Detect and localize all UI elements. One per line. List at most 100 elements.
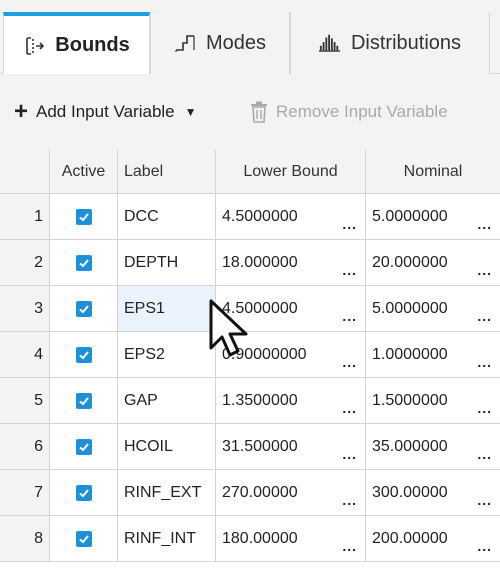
- add-input-variable-label: Add Input Variable: [36, 102, 175, 121]
- column-header-active[interactable]: Active: [50, 150, 118, 193]
- more-options-icon[interactable]: ...: [342, 401, 357, 415]
- active-checkbox[interactable]: [75, 392, 92, 409]
- table-row[interactable]: 6 HCOIL 31.500000... 35.000000...: [0, 424, 500, 470]
- checkmark-icon: [78, 258, 89, 267]
- table-row[interactable]: 8 RINF_INT 180.00000... 200.00000...: [0, 516, 500, 562]
- variables-table: Active Label Lower Bound Nominal 1 DCC 4.5…: [0, 150, 500, 570]
- lower-bound-cell[interactable]: 270.00000...: [216, 470, 366, 515]
- label-cell[interactable]: DCC: [118, 194, 216, 239]
- active-checkbox[interactable]: [75, 346, 92, 363]
- dropdown-arrow-icon[interactable]: ▼: [185, 105, 197, 119]
- more-options-icon[interactable]: ...: [342, 263, 357, 277]
- more-options-icon[interactable]: ...: [477, 401, 492, 415]
- lower-bound-cell[interactable]: 180.00000...: [216, 516, 366, 561]
- nominal-value: 5.0000000: [372, 207, 448, 225]
- label-cell[interactable]: RINF_INT: [118, 516, 216, 561]
- label-cell[interactable]: HCOIL: [118, 424, 216, 469]
- checkmark-icon: [78, 534, 89, 543]
- row-number[interactable]: 6: [0, 424, 50, 469]
- more-options-icon[interactable]: ...: [477, 447, 492, 461]
- remove-input-variable-label: Remove Input Variable: [276, 102, 448, 121]
- lower-bound-cell[interactable]: 4.5000000...: [216, 194, 366, 239]
- modes-icon: [175, 35, 195, 52]
- nominal-cell[interactable]: 20.000000...: [366, 240, 500, 285]
- nominal-cell[interactable]: 35.000000...: [366, 424, 500, 469]
- toolbar: + Add Input Variable ▼ Remove Input Vari…: [0, 74, 500, 150]
- bounds-icon: [26, 36, 45, 55]
- distributions-icon: [318, 34, 341, 52]
- tab-modes[interactable]: Modes: [150, 12, 290, 74]
- more-options-icon[interactable]: ...: [477, 493, 492, 507]
- active-checkbox[interactable]: [75, 484, 92, 501]
- table-row[interactable]: 3 EPS1 4.5000000... 5.0000000...: [0, 286, 500, 332]
- lower-bound-cell[interactable]: 31.500000...: [216, 424, 366, 469]
- table-row[interactable]: 7 RINF_EXT 270.00000... 300.00000...: [0, 470, 500, 516]
- column-header-lower-bound[interactable]: Lower Bound: [216, 150, 366, 193]
- nominal-value: 200.00000: [372, 529, 448, 547]
- active-checkbox[interactable]: [75, 300, 92, 317]
- checkmark-icon: [78, 442, 89, 451]
- tab-bounds-label: Bounds: [55, 34, 130, 56]
- more-options-icon[interactable]: ...: [477, 355, 492, 369]
- checkmark-icon: [78, 304, 89, 313]
- lower-bound-value: 270.00000: [222, 483, 298, 501]
- row-number[interactable]: 8: [0, 516, 50, 561]
- table-row[interactable]: 2 DEPTH 18.000000... 20.000000...: [0, 240, 500, 286]
- nominal-cell[interactable]: 200.00000...: [366, 516, 500, 561]
- row-number-header: [0, 150, 50, 193]
- row-number[interactable]: 2: [0, 240, 50, 285]
- tab-distributions[interactable]: Distributions: [290, 12, 490, 74]
- lower-bound-cell[interactable]: 1.3500000...: [216, 378, 366, 423]
- label-cell[interactable]: DEPTH: [118, 240, 216, 285]
- active-checkbox[interactable]: [75, 254, 92, 271]
- column-header-nominal[interactable]: Nominal: [366, 150, 500, 193]
- lower-bound-value: 18.000000: [222, 253, 298, 271]
- more-options-icon[interactable]: ...: [342, 309, 357, 323]
- remove-input-variable-button[interactable]: Remove Input Variable: [250, 98, 448, 126]
- lower-bound-value: 4.5000000: [222, 299, 298, 317]
- nominal-value: 300.00000: [372, 483, 448, 501]
- table-row[interactable]: 1 DCC 4.5000000... 5.0000000...: [0, 194, 500, 240]
- lower-bound-value: 180.00000: [222, 529, 298, 547]
- more-options-icon[interactable]: ...: [477, 217, 492, 231]
- row-number[interactable]: 1: [0, 194, 50, 239]
- nominal-value: 20.000000: [372, 253, 448, 271]
- active-checkbox[interactable]: [75, 208, 92, 225]
- row-number[interactable]: 3: [0, 286, 50, 331]
- more-options-icon[interactable]: ...: [342, 493, 357, 507]
- more-options-icon[interactable]: ...: [342, 539, 357, 553]
- nominal-cell[interactable]: 1.0000000...: [366, 332, 500, 377]
- tab-bounds[interactable]: Bounds: [3, 12, 150, 75]
- more-options-icon[interactable]: ...: [342, 217, 357, 231]
- nominal-cell[interactable]: 5.0000000...: [366, 194, 500, 239]
- lower-bound-cell[interactable]: 0.90000000...: [216, 332, 366, 377]
- row-number[interactable]: 5: [0, 378, 50, 423]
- more-options-icon[interactable]: ...: [477, 539, 492, 553]
- lower-bound-cell[interactable]: 18.000000...: [216, 240, 366, 285]
- active-checkbox[interactable]: [75, 438, 92, 455]
- active-cell: [50, 470, 118, 515]
- lower-bound-value: 1.3500000: [222, 391, 298, 409]
- nominal-cell[interactable]: 300.00000...: [366, 470, 500, 515]
- lower-bound-cell[interactable]: 4.5000000...: [216, 286, 366, 331]
- label-cell[interactable]: EPS1: [118, 286, 216, 331]
- row-number[interactable]: 4: [0, 332, 50, 377]
- active-checkbox[interactable]: [75, 530, 92, 547]
- label-cell[interactable]: EPS2: [118, 332, 216, 377]
- more-options-icon[interactable]: ...: [477, 309, 492, 323]
- label-cell[interactable]: GAP: [118, 378, 216, 423]
- active-cell: [50, 424, 118, 469]
- tab-modes-label: Modes: [205, 31, 267, 54]
- more-options-icon[interactable]: ...: [477, 263, 492, 277]
- add-input-variable-button[interactable]: + Add Input Variable ▼: [14, 98, 197, 126]
- checkmark-icon: [78, 350, 89, 359]
- table-row[interactable]: 4 EPS2 0.90000000... 1.0000000...: [0, 332, 500, 378]
- column-header-label[interactable]: Label: [118, 150, 216, 193]
- row-number[interactable]: 7: [0, 470, 50, 515]
- more-options-icon[interactable]: ...: [342, 355, 357, 369]
- nominal-cell[interactable]: 5.0000000...: [366, 286, 500, 331]
- label-cell[interactable]: RINF_EXT: [118, 470, 216, 515]
- nominal-cell[interactable]: 1.5000000...: [366, 378, 500, 423]
- table-row[interactable]: 5 GAP 1.3500000... 1.5000000...: [0, 378, 500, 424]
- more-options-icon[interactable]: ...: [342, 447, 357, 461]
